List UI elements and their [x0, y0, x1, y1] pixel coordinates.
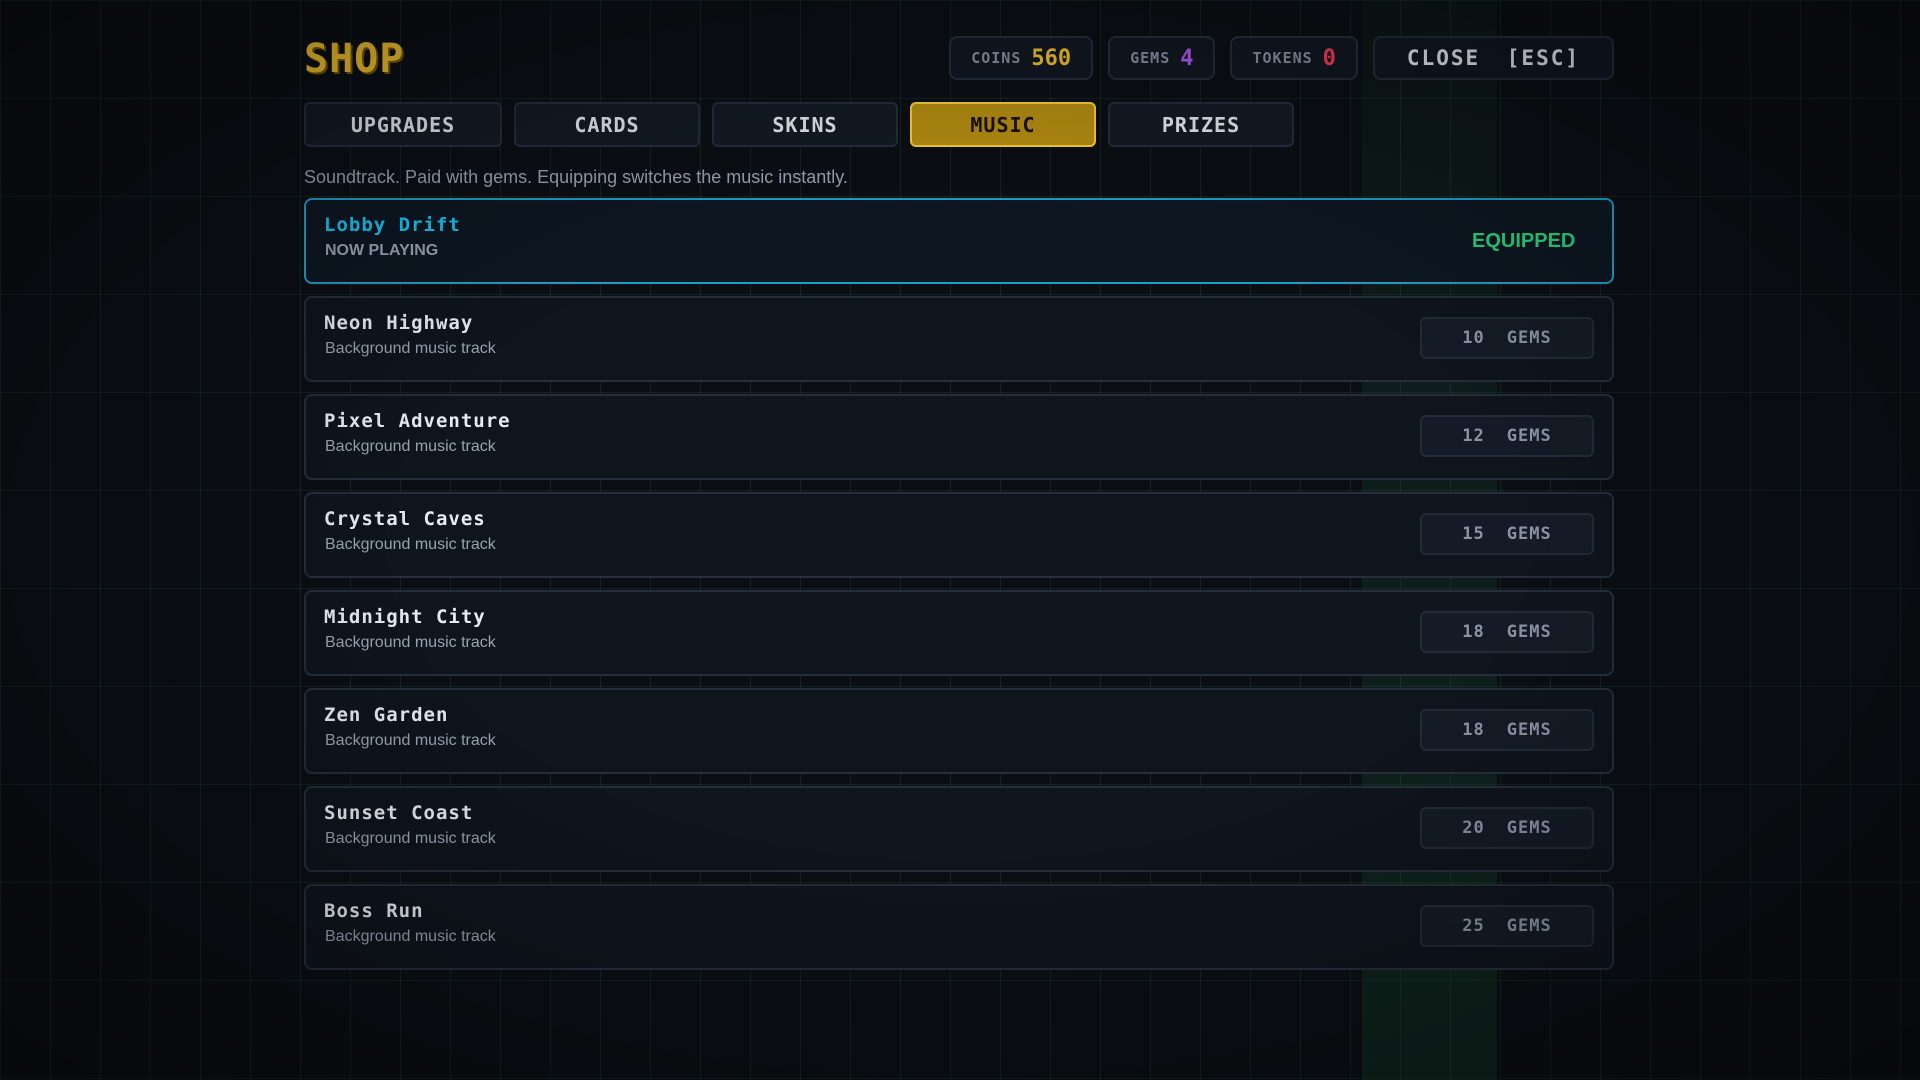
shop-title: SHOP [304, 36, 405, 82]
track-subtitle: Background music track [325, 634, 496, 651]
price-amount: 18 [1462, 720, 1485, 740]
track-row[interactable]: Pixel Adventure Background music track 1… [304, 394, 1614, 480]
price-currency: GEMS [1506, 328, 1552, 348]
close-button[interactable]: CLOSE [ESC] [1372, 36, 1614, 80]
track-subtitle: Background music track [325, 438, 496, 455]
tab-prizes[interactable]: PRIZES [1108, 102, 1294, 147]
track-row[interactable]: Neon Highway Background music track 10 G… [304, 296, 1614, 382]
track-subtitle: Background music track [325, 340, 496, 357]
buy-button[interactable]: 20 GEMS [1420, 807, 1594, 849]
track-subtitle: Background music track [325, 536, 496, 553]
tab-upgrades[interactable]: UPGRADES [304, 102, 502, 147]
track-subtitle: Background music track [325, 928, 496, 945]
buy-button[interactable]: 15 GEMS [1420, 513, 1594, 555]
tokens-value: 0 [1322, 45, 1336, 71]
tab-music[interactable]: MUSIC [910, 102, 1096, 147]
price-currency: GEMS [1506, 720, 1552, 740]
shop-header: SHOP COINS 560 GEMS 4 TOKENS 0 CLOSE [ES… [304, 34, 1614, 86]
price-amount: 18 [1462, 622, 1485, 642]
buy-button[interactable]: 10 GEMS [1420, 317, 1594, 359]
coins-label: COINS [971, 49, 1022, 67]
gems-counter: GEMS 4 [1108, 36, 1216, 80]
buy-button[interactable]: 18 GEMS [1420, 611, 1594, 653]
price-currency: GEMS [1506, 426, 1552, 446]
buy-button[interactable]: 12 GEMS [1420, 415, 1594, 457]
track-row[interactable]: Zen Garden Background music track 18 GEM… [304, 688, 1614, 774]
price-amount: 25 [1462, 916, 1485, 936]
buy-button[interactable]: 18 GEMS [1420, 709, 1594, 751]
coins-counter: COINS 560 [949, 36, 1094, 80]
track-name: Lobby Drift [324, 214, 461, 236]
tokens-label: TOKENS [1252, 49, 1313, 67]
price-amount: 15 [1462, 524, 1485, 544]
track-name: Sunset Coast [324, 802, 474, 824]
track-row-equipped[interactable]: Lobby Drift NOW PLAYING EQUIPPED [304, 198, 1614, 284]
price-currency: GEMS [1506, 524, 1552, 544]
price-amount: 20 [1462, 818, 1485, 838]
section-description: Soundtrack. Paid with gems. Equipping sw… [304, 167, 848, 187]
price-amount: 12 [1462, 426, 1485, 446]
track-row[interactable]: Sunset Coast Background music track 20 G… [304, 786, 1614, 872]
track-name: Midnight City [324, 606, 486, 628]
price-currency: GEMS [1506, 622, 1552, 642]
track-row[interactable]: Crystal Caves Background music track 15 … [304, 492, 1614, 578]
buy-button[interactable]: 25 GEMS [1420, 905, 1594, 947]
music-track-list: Lobby Drift NOW PLAYING EQUIPPED Neon Hi… [304, 198, 1614, 970]
track-subtitle: Background music track [325, 732, 496, 749]
tab-cards[interactable]: CARDS [514, 102, 700, 147]
gems-label: GEMS [1130, 49, 1171, 67]
track-subtitle: Background music track [325, 830, 496, 847]
equipped-status: EQUIPPED [1472, 230, 1576, 252]
track-name: Neon Highway [324, 312, 474, 334]
track-row[interactable]: Boss Run Background music track 25 GEMS [304, 884, 1614, 970]
price-currency: GEMS [1506, 818, 1552, 838]
gems-value: 4 [1180, 45, 1194, 71]
tab-skins[interactable]: SKINS [712, 102, 898, 147]
track-name: Zen Garden [324, 704, 449, 726]
shop-tabs: UPGRADES CARDS SKINS MUSIC PRIZES [304, 102, 1614, 147]
track-name: Pixel Adventure [324, 410, 511, 432]
currency-bar: COINS 560 GEMS 4 TOKENS 0 CLOSE [ESC] [949, 36, 1614, 80]
shop-panel: SHOP COINS 560 GEMS 4 TOKENS 0 CLOSE [ES… [304, 34, 1614, 970]
track-name: Boss Run [324, 900, 424, 922]
price-amount: 10 [1462, 328, 1485, 348]
track-row[interactable]: Midnight City Background music track 18 … [304, 590, 1614, 676]
tokens-counter: TOKENS 0 [1230, 36, 1358, 80]
price-currency: GEMS [1506, 916, 1552, 936]
track-subtitle: NOW PLAYING [325, 242, 439, 259]
track-name: Crystal Caves [324, 508, 486, 530]
coins-value: 560 [1031, 45, 1072, 71]
